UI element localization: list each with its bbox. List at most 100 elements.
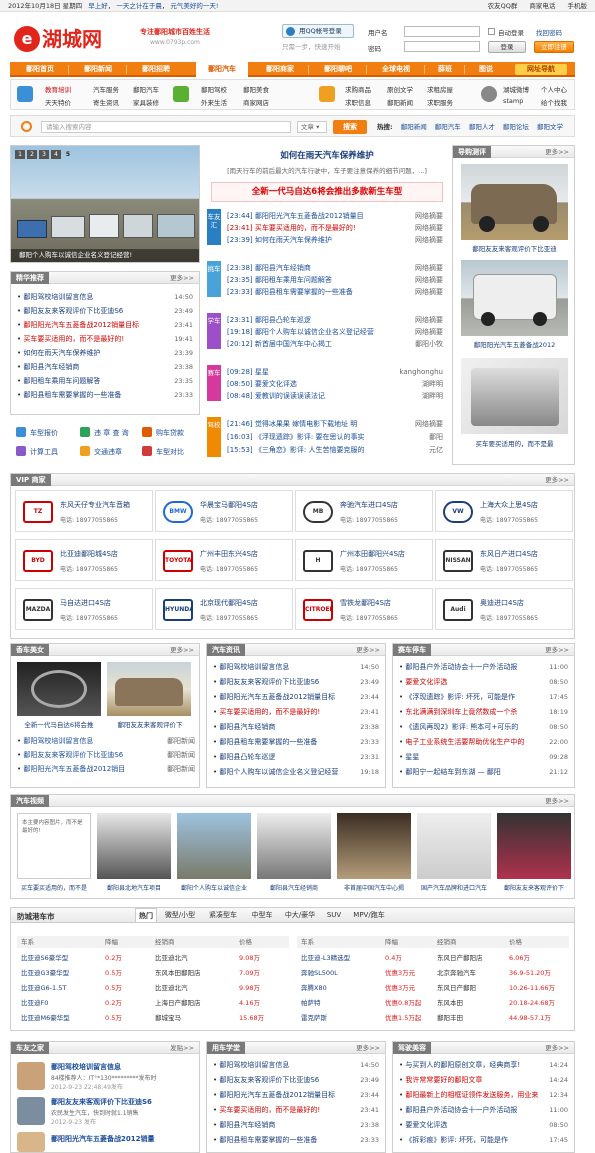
nav-item[interactable]: 全球电视 [370, 62, 422, 77]
avatar[interactable] [17, 1062, 45, 1090]
dealer-name[interactable]: 奥迪进口4S店 [480, 598, 524, 608]
subnav-link[interactable]: 求购商品 [345, 84, 371, 94]
tool-link[interactable]: 违 章 查 询 [94, 428, 129, 438]
tab-1[interactable]: 微型/小型 [161, 908, 199, 922]
dealer-name[interactable]: 上海大众上思4S店 [480, 500, 538, 510]
more-link[interactable]: 更多>> [356, 644, 380, 656]
password-input[interactable] [404, 41, 480, 52]
merchant-phone-link[interactable]: 商家电话 [529, 2, 555, 10]
list-item[interactable]: • 鄱阳阳光汽车五菱备战2012销量目标 23:44 [213, 1090, 379, 1100]
dealer-card[interactable]: NISSAN 东风日产进口4S店 电话: 18977055865 [435, 539, 573, 581]
list-item[interactable]: • 要爱文化评选 08:50 [399, 677, 568, 687]
subnav-link[interactable]: 寄生资讯 [93, 97, 119, 107]
dealer-card[interactable]: MB 奔驰汽车进口4S店 电话: 18977055865 [295, 490, 433, 532]
hot-link[interactable]: 鄱阳新闻 [401, 123, 427, 131]
more-link[interactable]: 更多>> [356, 1042, 380, 1054]
table-row[interactable]: 比亚迪G3豪华型 0.5万 东风本田鄱阳店 7.09万 [17, 967, 289, 979]
subnav-link[interactable]: 外来生活 [201, 97, 227, 107]
list-item[interactable]: • 鄱阳驾校培训留言信息 14:50 [17, 292, 193, 302]
video-caption[interactable]: 国产汽车品牌和进口汽车 [415, 883, 493, 892]
video-thumb[interactable]: 本主要内容图片，而不是最好的! [17, 813, 91, 879]
list-item[interactable]: • 鄱阳个人购车以诚信企业名义登记经营 19:18 [213, 767, 379, 777]
video-caption[interactable]: 鄱阳个人购车以诚信企业 [175, 883, 253, 892]
list-item[interactable]: • 我许常常要好的鄱阳文章 14:24 [399, 1075, 568, 1085]
dealer-name[interactable]: 东风天仔专业汽车音箱 [60, 500, 130, 510]
more-link[interactable]: 更多>> [545, 795, 569, 807]
nav-item[interactable]: 鄱阳新闻 [72, 62, 124, 77]
tab-2[interactable]: 紧凑型车 [203, 908, 243, 922]
slideshow[interactable]: 1 2 3 4 5 鄱阳个人购车以诚信企业名义登记经营! [10, 145, 200, 263]
list-item[interactable]: • 买车要买适用的，而不是最好的! 23:41 [213, 1105, 379, 1115]
search-type-select[interactable]: 文章 ▾ [297, 121, 327, 133]
video-thumb[interactable] [177, 813, 251, 879]
dealer-card[interactable]: H 广州本田鄱阳兴4S店 电话: 18977055865 [295, 539, 433, 581]
list-item[interactable]: • 鄱阳县租车需要掌握的一些准备 23:33 [213, 1135, 379, 1145]
list-item[interactable]: • 鄱阳租车乘用车问题解答 23:35 [17, 376, 193, 386]
news-row[interactable]: [08:48] 爱教训的误读误读法记 湖畔明 [227, 391, 443, 401]
login-button[interactable]: 登录 [488, 41, 526, 53]
video-caption[interactable]: 买车要买适用的，而不是 [15, 883, 93, 892]
list-item[interactable]: • 电子工业系统生活要帮助优化生产中的 22:00 [399, 737, 568, 747]
dealer-name[interactable]: 奔驰汽车进口4S店 [340, 500, 398, 510]
hot-link[interactable]: 鄱阳人才 [469, 123, 495, 131]
list-item[interactable]: • 买车要买适用的，而不是最好的! 23:41 [213, 707, 379, 717]
more-link[interactable]: 更多>> [545, 1042, 569, 1054]
list-item[interactable]: • 星星 09:28 [399, 752, 568, 762]
photo-caption[interactable]: 全新一代马自达6将会推 [15, 719, 103, 729]
news-row[interactable]: [23:33] 鄱阳县租车需要掌握的一些准备 网络摘要 [227, 287, 443, 297]
table-row[interactable]: 比亚迪G6-1.5T 0.5万 比亚迪北汽 9.98万 [17, 982, 289, 994]
mobile-link[interactable]: 手机版 [568, 2, 588, 10]
subnav-link[interactable]: 家具装修 [133, 97, 159, 107]
more-link[interactable]: 更多>> [545, 644, 569, 656]
qq-group-link[interactable]: 农友QQ群 [488, 2, 518, 10]
pager-dot[interactable]: 4 [51, 150, 61, 159]
news-row[interactable]: [23:35] 鄱阳租车乘用车问题解答 网络摘要 [227, 275, 443, 285]
nav-item[interactable]: 鄱阳商家 [254, 62, 306, 77]
hot-link[interactable]: 鄱阳文学 [537, 123, 563, 131]
greeting-link[interactable]: 元气美好的一天! [170, 2, 218, 10]
post-title[interactable]: 鄱阳友友来客观评价下比亚迪S6 [51, 1097, 152, 1107]
search-button[interactable]: 搜索 [333, 120, 367, 134]
table-row[interactable]: 奔腾X80 优惠3万元 东风日产鄱阳 10.26-11.66万 [297, 982, 569, 994]
list-item[interactable]: • 与买到人的鄱阳原创文章，经典商享! 14:24 [399, 1060, 568, 1070]
greeting-link[interactable]: 一天之计在于晨 [116, 2, 162, 10]
news-row[interactable]: [23:31] 鄱阳县凸轮车巡逻 网络摘要 [227, 315, 443, 325]
table-row[interactable]: 比亚迪M6豪华型 0.5万 鄱城宝马 15.68万 [17, 1012, 289, 1024]
nav-item[interactable]: 鄱阳聊吧 [312, 62, 364, 77]
car-photo[interactable] [17, 662, 101, 716]
tool-link[interactable]: 交通违章 [94, 447, 122, 457]
more-link[interactable]: 更多>> [545, 474, 569, 486]
subnav-link[interactable]: 给个找我 [541, 97, 567, 107]
subnav-link[interactable]: 商家网店 [243, 97, 269, 107]
list-item[interactable]: • 鄱阳县汽车经销商 23:38 [213, 722, 379, 732]
dealer-name[interactable]: 北京现代鄱阳4S店 [200, 598, 258, 608]
car-photo[interactable] [461, 260, 568, 336]
username-input[interactable] [404, 26, 480, 37]
pager-dot[interactable]: 1 [15, 150, 25, 159]
list-item[interactable]: • 要爱文化评选 08:50 [399, 1120, 568, 1130]
table-row[interactable]: 比亚迪F0 0.2万 上海日产鄱阳店 4.16万 [17, 997, 289, 1009]
subnav-link[interactable]: 鄱阳新闻 [387, 97, 413, 107]
video-caption[interactable]: 鄱阳县北地汽车项目 [95, 883, 173, 892]
greeting-link[interactable]: 早上好 [88, 2, 108, 10]
list-item[interactable]: • 鄱阳县汽车经销商 23:38 [213, 1120, 379, 1130]
list-item[interactable]: • 鄱阳县户外活动协会十一户外活动报 11:00 [399, 662, 568, 672]
dealer-name[interactable]: 华晨宝马鄱阳4S店 [200, 500, 258, 510]
pager-dot[interactable]: 5 [63, 150, 73, 159]
tool-link[interactable]: 车型报价 [30, 428, 58, 438]
table-row[interactable]: 比亚迪-L3精选型 0.4万 东风日产鄱阳店 6.06万 [297, 952, 569, 964]
list-item[interactable]: • 《遗风再现2》影评: 熊本可+可乐的 08:50 [399, 722, 568, 732]
news-row[interactable]: [23:38] 鄱阳县汽车经销商 网络摘要 [227, 263, 443, 273]
tab-0[interactable]: 热门 [135, 908, 157, 922]
news-row[interactable]: [15:53] 《三角恋》影评: 人生苦恼要克服的 元亿 [227, 445, 443, 455]
search-input[interactable]: 请输入搜索内容 [41, 121, 291, 133]
subnav-link[interactable]: stamp [503, 97, 523, 105]
subnav-link[interactable]: 求职服务 [427, 97, 453, 107]
hot-link[interactable]: 鄱阳论坛 [503, 123, 529, 131]
dealer-name[interactable]: 广州丰田东兴4S店 [200, 549, 258, 559]
tab-6[interactable]: MPV/跑车 [349, 908, 389, 922]
more-link[interactable]: 发贴>> [170, 1042, 194, 1054]
list-item[interactable]: • 《拆彩痕》影评: 坏死，可能是作 17:45 [399, 1135, 568, 1145]
dealer-name[interactable]: 比亚迪鄱阳城4S店 [60, 549, 118, 559]
subnav-link[interactable]: 鄱阳美食 [243, 84, 269, 94]
